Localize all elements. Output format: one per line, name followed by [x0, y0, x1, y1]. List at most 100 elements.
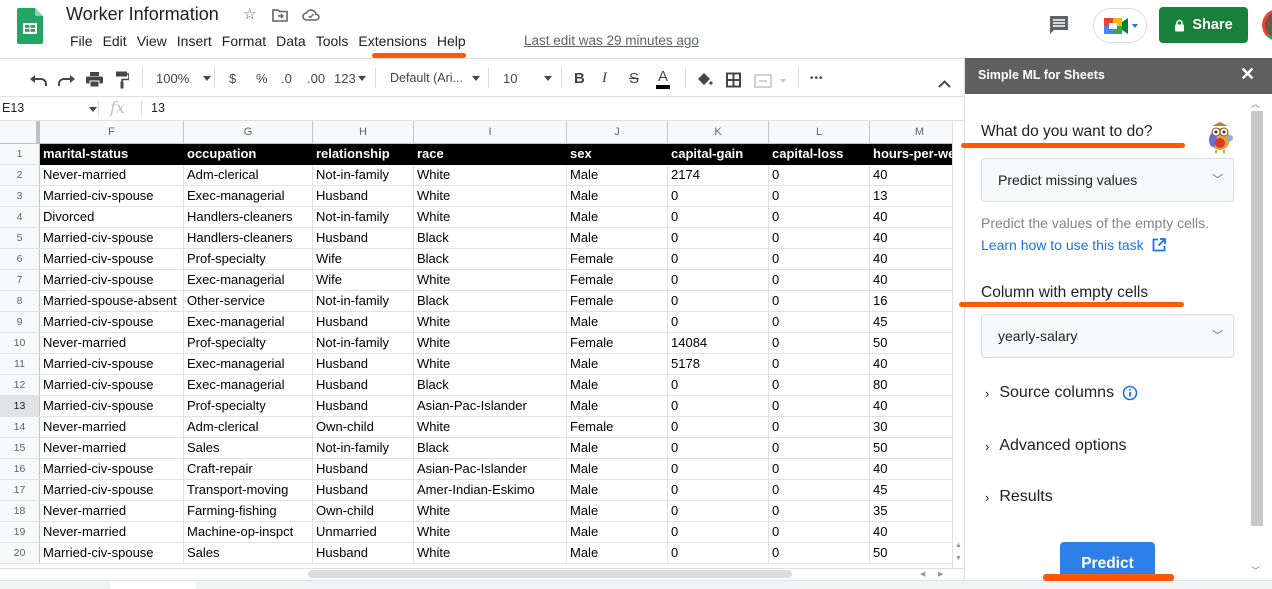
task-select[interactable]: Predict missing values ﹀ — [981, 158, 1234, 202]
table-cell[interactable]: 0 — [769, 354, 870, 375]
table-cell[interactable]: Married-spouse-absent — [40, 291, 184, 312]
table-cell[interactable]: Other-service — [184, 291, 313, 312]
row-number[interactable]: 15 — [0, 438, 40, 459]
menu-insert[interactable]: Insert — [172, 32, 217, 50]
table-cell[interactable]: Not-in-family — [313, 291, 414, 312]
strikethrough-button[interactable]: S — [629, 67, 639, 89]
table-cell[interactable]: Transport-moving — [184, 480, 313, 501]
row-number[interactable]: 9 — [0, 312, 40, 333]
table-cell[interactable]: Married-civ-spouse — [40, 396, 184, 417]
table-cell[interactable]: Not-in-family — [313, 207, 414, 228]
table-cell[interactable]: 40 — [870, 522, 952, 543]
last-edit-link[interactable]: Last edit was 29 minutes ago — [524, 33, 699, 48]
table-cell[interactable]: Black — [414, 291, 567, 312]
italic-button[interactable]: I — [602, 67, 607, 89]
table-cell[interactable]: 40 — [870, 459, 952, 480]
table-cell[interactable]: 0 — [668, 522, 769, 543]
table-cell[interactable]: 0 — [668, 228, 769, 249]
cloud-saved-icon[interactable] — [302, 8, 320, 21]
table-cell[interactable]: 5178 — [668, 354, 769, 375]
table-cell[interactable]: 0 — [769, 396, 870, 417]
table-cell[interactable]: Female — [567, 291, 668, 312]
row-number[interactable]: 17 — [0, 480, 40, 501]
table-cell[interactable]: 0 — [668, 312, 769, 333]
table-cell[interactable]: Married-civ-spouse — [40, 270, 184, 291]
table-cell[interactable]: 0 — [668, 207, 769, 228]
table-cell[interactable]: Farming-fishing — [184, 501, 313, 522]
table-cell[interactable]: 0 — [769, 459, 870, 480]
column-header-l[interactable]: L — [769, 121, 870, 144]
table-cell[interactable]: 0 — [668, 249, 769, 270]
currency-format-button[interactable]: $ — [229, 67, 236, 89]
menu-file[interactable]: File — [65, 32, 98, 50]
table-cell[interactable]: Female — [567, 333, 668, 354]
table-cell[interactable]: Unmarried — [313, 522, 414, 543]
table-cell[interactable]: 14084 — [668, 333, 769, 354]
scroll-up-arrow[interactable]: ▲ — [955, 542, 962, 549]
sidebar-scroll-up-icon[interactable]: ︿ — [1251, 97, 1260, 110]
table-cell[interactable]: Handlers-cleaners — [184, 228, 313, 249]
table-cell[interactable]: White — [414, 312, 567, 333]
table-cell[interactable]: Prof-specialty — [184, 333, 313, 354]
table-cell[interactable]: Male — [567, 501, 668, 522]
table-cell[interactable]: Male — [567, 312, 668, 333]
table-cell[interactable]: Prof-specialty — [184, 396, 313, 417]
table-cell[interactable]: 0 — [769, 501, 870, 522]
row-number[interactable]: 4 — [0, 207, 40, 228]
table-cell[interactable]: Never-married — [40, 501, 184, 522]
table-cell[interactable]: Married-civ-spouse — [40, 459, 184, 480]
row-number[interactable]: 19 — [0, 522, 40, 543]
table-cell[interactable]: White — [414, 270, 567, 291]
table-cell[interactable]: Never-married — [40, 165, 184, 186]
horizontal-scrollbar-thumb[interactable] — [308, 570, 792, 578]
header-cell[interactable]: capital-gain — [668, 144, 769, 165]
table-cell[interactable]: Amer-Indian-Eskimo — [414, 480, 567, 501]
comments-icon[interactable] — [1048, 14, 1070, 36]
table-cell[interactable]: Own-child — [313, 501, 414, 522]
avatar[interactable] — [1262, 9, 1272, 41]
info-icon[interactable] — [1122, 385, 1138, 401]
vertical-scrollbar[interactable]: ▲ ▼ — [952, 121, 964, 568]
table-cell[interactable]: Never-married — [40, 438, 184, 459]
more-formats-button[interactable]: 123 — [334, 67, 366, 89]
table-cell[interactable]: 0 — [769, 249, 870, 270]
table-cell[interactable]: Black — [414, 375, 567, 396]
table-cell[interactable]: 0 — [769, 165, 870, 186]
table-cell[interactable]: Married-civ-spouse — [40, 375, 184, 396]
table-cell[interactable]: Divorced — [40, 207, 184, 228]
table-cell[interactable]: Male — [567, 375, 668, 396]
table-cell[interactable]: 50 — [870, 543, 952, 564]
row-number[interactable]: 1 — [0, 144, 40, 165]
table-cell[interactable]: Married-civ-spouse — [40, 312, 184, 333]
sidebar-scroll-down-icon[interactable]: ﹀ — [1251, 564, 1260, 577]
more-options-button[interactable]: ••• — [810, 67, 824, 89]
header-cell[interactable]: capital-loss — [769, 144, 870, 165]
table-cell[interactable]: Never-married — [40, 333, 184, 354]
column-header-i[interactable]: I — [414, 121, 567, 144]
column-header-j[interactable]: J — [567, 121, 668, 144]
table-cell[interactable]: Machine-op-inspct — [184, 522, 313, 543]
move-folder-icon[interactable] — [272, 8, 288, 22]
menu-help[interactable]: Help — [432, 32, 471, 50]
row-number[interactable]: 20 — [0, 543, 40, 564]
results-section[interactable]: › Results — [985, 488, 1053, 506]
column-header-k[interactable]: K — [668, 121, 769, 144]
table-cell[interactable]: 0 — [769, 480, 870, 501]
table-cell[interactable]: 0 — [769, 375, 870, 396]
table-cell[interactable]: Husband — [313, 459, 414, 480]
table-cell[interactable]: Married-civ-spouse — [40, 543, 184, 564]
table-cell[interactable]: Married-civ-spouse — [40, 186, 184, 207]
fill-color-icon[interactable] — [696, 69, 713, 91]
table-cell[interactable]: 40 — [870, 165, 952, 186]
row-number[interactable]: 14 — [0, 417, 40, 438]
merge-cells-icon[interactable] — [754, 70, 788, 92]
scroll-left-arrow[interactable]: ◀ — [920, 570, 925, 578]
font-size-select[interactable]: 10 — [503, 67, 553, 89]
table-cell[interactable]: 40 — [870, 396, 952, 417]
table-cell[interactable]: 16 — [870, 291, 952, 312]
table-cell[interactable]: Male — [567, 354, 668, 375]
table-cell[interactable]: Female — [567, 417, 668, 438]
menu-extensions[interactable]: Extensions — [353, 32, 431, 50]
source-columns-section[interactable]: › Source columns — [985, 384, 1138, 402]
table-cell[interactable]: Asian-Pac-Islander — [414, 459, 567, 480]
